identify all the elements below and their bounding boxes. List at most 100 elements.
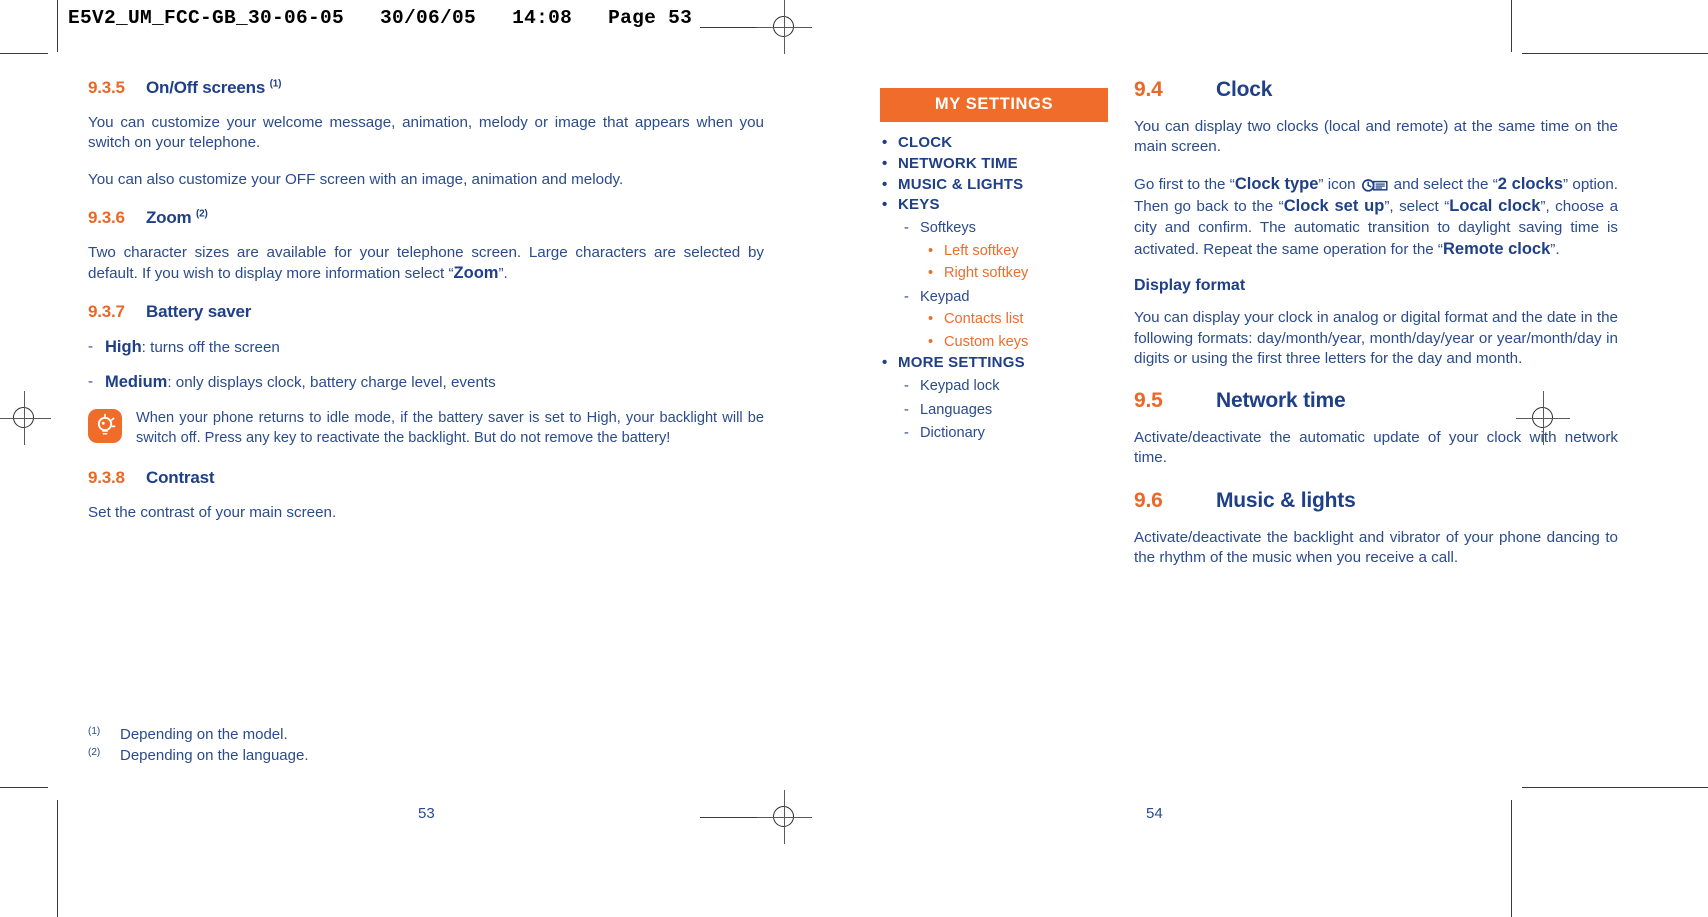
section-title: Contrast <box>146 468 215 488</box>
footnotes: (1) Depending on the model. (2) Dependin… <box>88 724 688 767</box>
trim-mark-right-bottom <box>1511 800 1512 917</box>
section-title: Zoom (2) <box>146 207 208 227</box>
trim-mark-top-left <box>0 53 48 54</box>
section-heading-9-3-8: 9.3.8 Contrast <box>88 468 764 488</box>
clock-type-icon <box>1361 178 1388 193</box>
menu-item-label: KEYS <box>898 196 940 213</box>
paragraph-clock-intro: You can display two clocks (local and re… <box>1134 118 1618 156</box>
menu-item-label: Right softkey <box>944 265 1028 281</box>
menu-item-keypad[interactable]: Keypad Contacts list Custom keys <box>898 288 1108 353</box>
section-number: 9.3.8 <box>88 468 125 488</box>
menu-item-custom-keys[interactable]: Custom keys <box>920 333 1108 353</box>
menu-item-right-softkey[interactable]: Right softkey <box>920 264 1108 284</box>
my-settings-menu: MY SETTINGS CLOCK NETWORK TIME MUSIC & L… <box>880 88 1108 445</box>
section-heading-9-6: 9.6 Music & lights <box>1134 489 1618 513</box>
paragraph-display-format: You can display your clock in analog or … <box>1134 309 1618 367</box>
menu-item-label: NETWORK TIME <box>898 155 1018 172</box>
menu-item-keys[interactable]: KEYS Softkeys Left softkey Right softkey… <box>880 195 1108 352</box>
section-heading-9-3-5: 9.3.5 On/Off screens (1) <box>88 78 764 98</box>
submenu-keypad: Contacts list Custom keys <box>920 310 1108 352</box>
lightbulb-icon <box>88 408 122 443</box>
section-heading-9-3-6: 9.3.6 Zoom (2) <box>88 208 764 228</box>
menu-item-dictionary[interactable]: Dictionary <box>898 424 1108 444</box>
menu-item-label: Left softkey <box>944 243 1019 259</box>
section-number: 9.5 <box>1134 389 1163 413</box>
footnote-ref: (2) <box>196 208 208 219</box>
list-item-battery-high: - High: turns off the screen <box>88 337 764 359</box>
menu-item-network-time[interactable]: NETWORK TIME <box>880 154 1108 174</box>
section-number: 9.3.7 <box>88 301 125 321</box>
menu-item-clock[interactable]: CLOCK <box>880 133 1108 153</box>
page-number-right: 54 <box>1146 805 1163 822</box>
registration-mark-bottom-center <box>757 790 811 844</box>
footnote-2: (2) Depending on the language. <box>88 745 688 766</box>
menu-item-label: Keypad lock <box>920 378 1000 394</box>
menu-item-label: Softkeys <box>920 220 976 236</box>
menu-item-softkeys[interactable]: Softkeys Left softkey Right softkey <box>898 219 1108 284</box>
footnote-mark: (2) <box>88 747 101 759</box>
menu-item-music-lights[interactable]: MUSIC & LIGHTS <box>880 175 1108 195</box>
menu-item-label: MORE SETTINGS <box>898 354 1025 371</box>
paragraph-network-time: Activate/deactivate the automatic update… <box>1134 429 1618 467</box>
dash-bullet: - <box>88 337 94 355</box>
subheading-display-format: Display format <box>1134 277 1246 295</box>
footnote-mark: (1) <box>88 726 101 737</box>
trim-mark-left-bottom <box>57 800 58 917</box>
paragraph-onoff-2: You can also customize your OFF screen w… <box>88 171 624 189</box>
menu-item-label: Custom keys <box>944 334 1028 350</box>
footnote-text: Depending on the model. <box>120 726 288 743</box>
section-heading-9-5: 9.5 Network time <box>1134 389 1618 413</box>
submenu-softkeys: Left softkey Right softkey <box>920 242 1108 284</box>
dash-bullet: - <box>88 372 94 390</box>
menu-item-label: CLOCK <box>898 134 952 151</box>
menu-item-more-settings[interactable]: MORE SETTINGS Keypad lock Languages Dict… <box>880 353 1108 443</box>
paragraph-music-lights: Activate/deactivate the backlight and vi… <box>1134 528 1618 566</box>
section-number: 9.4 <box>1134 78 1163 101</box>
section-number: 9.3.5 <box>88 78 125 97</box>
trim-mark-left-top <box>57 0 58 52</box>
section-title: Clock <box>1216 78 1273 101</box>
footnote-1: (1) Depending on the model. <box>88 724 688 745</box>
section-number: 9.6 <box>1134 488 1163 512</box>
list-item-text: Medium: only displays clock, battery cha… <box>105 372 496 391</box>
menu-item-left-softkey[interactable]: Left softkey <box>920 242 1108 262</box>
menu-item-label: Contacts list <box>944 311 1023 327</box>
list-item-text: High: turns off the screen <box>105 337 280 356</box>
paragraph-zoom: Two character sizes are available for yo… <box>88 243 764 282</box>
registration-mark-top-center <box>757 0 811 54</box>
menu-item-label: Keypad <box>920 289 970 305</box>
section-title: Battery saver <box>146 301 252 321</box>
section-title: On/Off screens (1) <box>146 78 282 97</box>
submenu-more-settings: Keypad lock Languages Dictionary <box>898 377 1108 444</box>
tip-note: When your phone returns to idle mode, if… <box>88 408 764 449</box>
print-header: E5V2_UM_FCC-GB_30-06-05 30/06/05 14:08 P… <box>68 7 693 29</box>
page-number-left: 53 <box>418 805 435 822</box>
menu-item-keypad-lock[interactable]: Keypad lock <box>898 377 1108 397</box>
menu-item-languages[interactable]: Languages <box>898 401 1108 421</box>
left-page-column: 9.3.5 On/Off screens (1) You can customi… <box>88 78 764 541</box>
menu-item-label: MUSIC & LIGHTS <box>898 176 1023 193</box>
trim-mark-bottom-right <box>1522 787 1708 788</box>
trim-mark-right-top <box>1511 0 1512 52</box>
tip-text: When your phone returns to idle mode, if… <box>136 409 764 446</box>
footnote-text: Depending on the language. <box>120 747 309 765</box>
menu-list: CLOCK NETWORK TIME MUSIC & LIGHTS KEYS S… <box>880 133 1108 444</box>
right-page-column: 9.4 Clock You can display two clocks (lo… <box>1134 78 1618 585</box>
paragraph-contrast: Set the contrast of your main screen. <box>88 504 337 522</box>
trim-mark-bottom-left <box>0 787 48 788</box>
trim-mark-top-right <box>1522 53 1708 54</box>
menu-item-contacts-list[interactable]: Contacts list <box>920 310 1108 330</box>
menu-item-label: Dictionary <box>920 425 985 441</box>
submenu-keys: Softkeys Left softkey Right softkey Keyp… <box>898 219 1108 352</box>
footnote-ref: (1) <box>269 78 282 90</box>
paragraph-onoff-1: You can customize your welcome message, … <box>88 114 764 152</box>
section-number: 9.3.6 <box>88 207 125 227</box>
section-heading-9-4: 9.4 Clock <box>1134 78 1618 102</box>
section-title: Network time <box>1216 389 1346 413</box>
registration-mark-left-middle <box>0 391 51 445</box>
section-title: Music & lights <box>1216 488 1356 512</box>
menu-item-label: Languages <box>920 402 992 418</box>
paragraph-clock-setup: Go first to the “Clock type” icon and sel… <box>1134 175 1619 258</box>
section-heading-9-3-7: 9.3.7 Battery saver <box>88 302 764 322</box>
list-item-battery-medium: - Medium: only displays clock, battery c… <box>88 372 764 394</box>
